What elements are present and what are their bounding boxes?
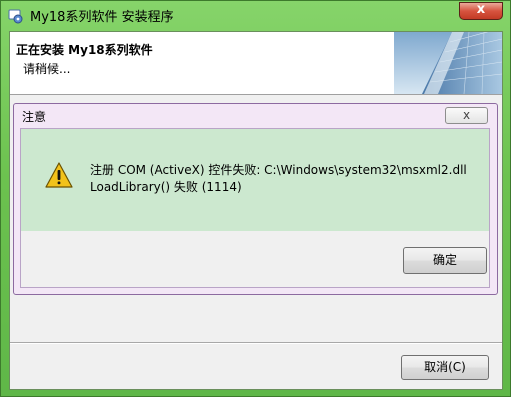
cancel-button[interactable]: 取消(C) [401, 355, 489, 380]
warning-icon [45, 162, 73, 188]
header-banner-image [394, 32, 502, 94]
dialog-body: 注册 COM (ActiveX) 控件失败: C:\Windows\system… [20, 128, 490, 288]
footer-separator [10, 342, 502, 344]
dialog-title: 注意 [22, 110, 47, 124]
window-close-button[interactable]: x [459, 2, 503, 20]
installer-app-icon [8, 9, 23, 24]
error-message-line: 注册 COM (ActiveX) 控件失败: C:\Windows\system… [90, 163, 467, 177]
ok-button[interactable]: 确定 [403, 247, 487, 274]
title-bar[interactable]: My18系列软件 安装程序 x [1, 1, 511, 31]
dialog-close-button[interactable]: x [445, 107, 488, 124]
close-icon: x [462, 108, 471, 122]
message-panel: 注册 COM (ActiveX) 控件失败: C:\Windows\system… [21, 129, 489, 231]
window-title: My18系列软件 安装程序 [30, 10, 174, 25]
header-subtitle: 请稍候... [23, 62, 71, 76]
warning-dialog: 注意 x 注册 COM (ActiveX) 控件失败: C:\Windows\s… [13, 103, 498, 295]
close-icon: x [476, 2, 486, 17]
error-message-line: LoadLibrary() 失败 (1114) [90, 180, 242, 194]
installer-window-frame: My18系列软件 安装程序 x 正在安装 My18系列软件 请稍候... 取消(… [0, 0, 511, 397]
header-title: 正在安装 My18系列软件 [16, 43, 153, 57]
installer-header: 正在安装 My18系列软件 请稍候... [10, 32, 502, 95]
